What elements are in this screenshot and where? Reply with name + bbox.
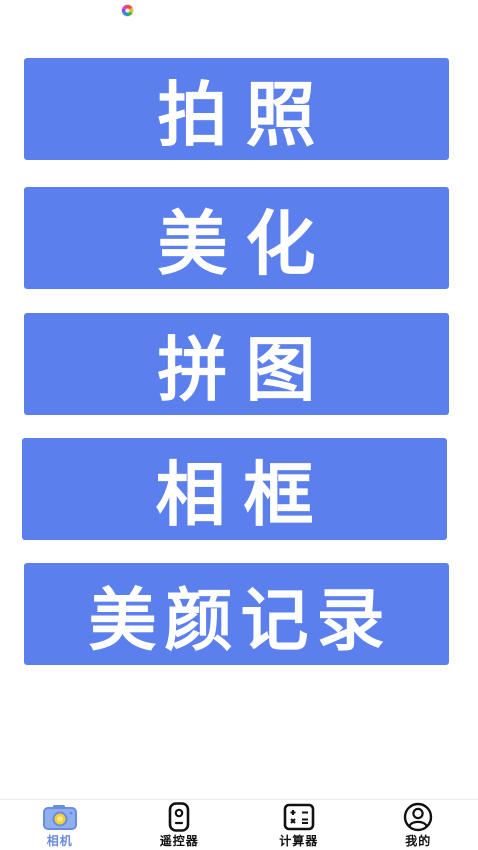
photo-button[interactable]: 拍照 (24, 58, 449, 160)
beautify-button[interactable]: 美化 (24, 187, 449, 289)
tab-camera[interactable]: 相机 (0, 800, 120, 850)
tab-calculator[interactable]: 计算器 (239, 800, 359, 850)
user-profile-icon (400, 802, 436, 832)
beauty-record-button[interactable]: 美颜记录 (24, 563, 449, 665)
status-bar (0, 0, 478, 26)
camera-icon (42, 802, 78, 832)
bottom-tab-bar: 相机 遥控器 计算器 我的 (0, 799, 478, 850)
tab-profile[interactable]: 我的 (359, 800, 478, 850)
colorful-pinwheel-icon (121, 4, 134, 17)
calculator-icon (281, 802, 317, 832)
tab-camera-label: 相机 (46, 834, 73, 848)
photo-frame-button[interactable]: 相框 (22, 438, 447, 540)
remote-control-icon (161, 802, 197, 832)
tab-profile-label: 我的 (405, 834, 432, 848)
tab-remote-control[interactable]: 遥控器 (120, 800, 240, 850)
tab-calculator-label: 计算器 (279, 834, 319, 848)
collage-button[interactable]: 拼图 (24, 313, 449, 415)
tab-remote-control-label: 遥控器 (159, 834, 199, 848)
